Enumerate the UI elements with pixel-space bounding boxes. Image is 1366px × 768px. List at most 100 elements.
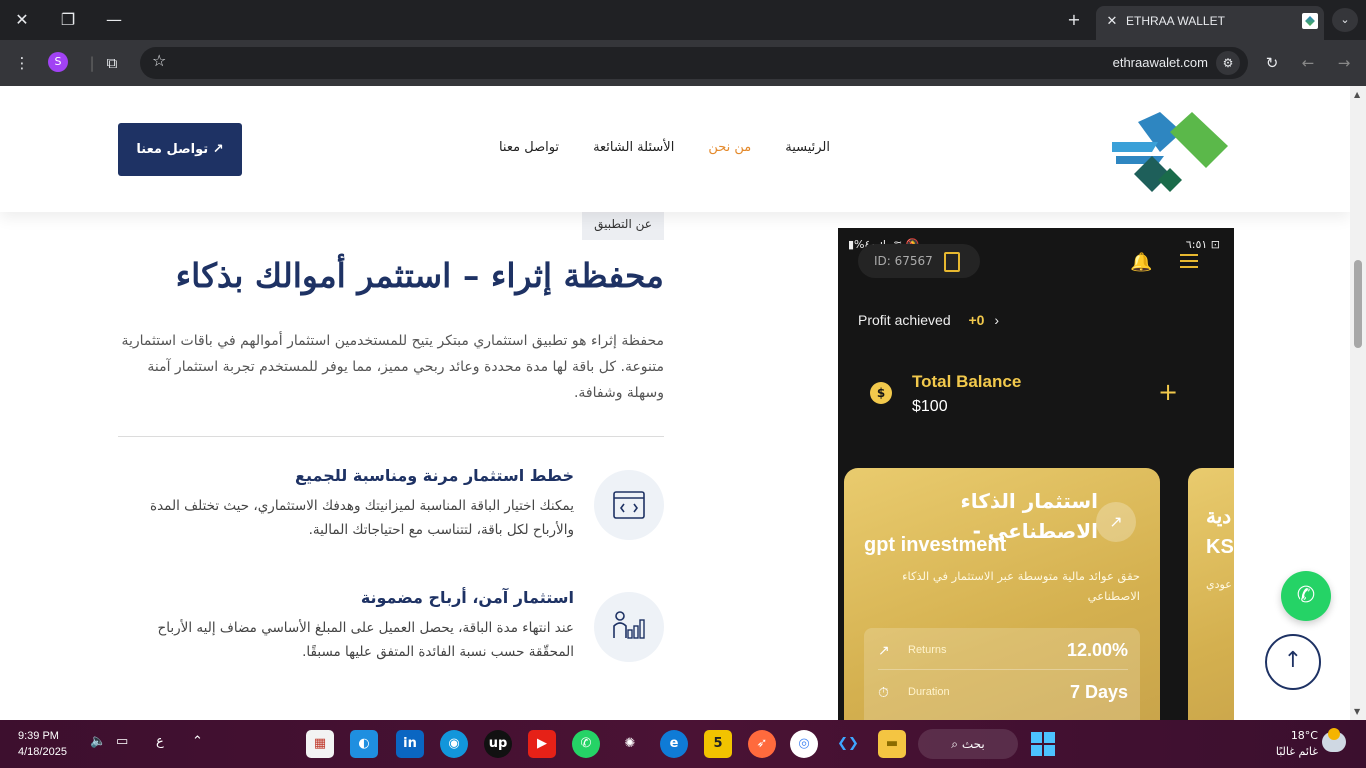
network-icon[interactable]: ▭ — [116, 734, 128, 749]
investment-card: استثمار الذكاء الاصطناعي - gpt investmen… — [844, 468, 1160, 720]
profit-row: Profit achieved +0 › — [858, 312, 999, 328]
contact-us-button[interactable]: تواصل معنا ↗ — [118, 123, 242, 176]
code-window-icon — [594, 470, 664, 540]
tab-title: ETHRAA WALLET — [1126, 14, 1225, 28]
bookmark-star-icon[interactable]: ☆ — [152, 51, 166, 70]
weather-temp: 18°C — [1290, 729, 1318, 742]
close-window-icon[interactable]: ✕ — [8, 8, 36, 32]
weather-widget[interactable]: 18°C غائم غالبًا — [1268, 728, 1318, 760]
card2-subtitle: KS — [1206, 536, 1234, 558]
reload-icon[interactable]: ↻ — [1260, 51, 1284, 75]
feature-title: خطط استثمار مرنة ومناسبة للجميع — [295, 466, 574, 485]
taskbar-clock[interactable]: 9:39 PM 4/18/2025 — [18, 728, 67, 760]
duration-label: Duration — [908, 686, 950, 698]
tasks-app-icon[interactable]: ◉ — [440, 730, 468, 758]
user-id-pill: ID: 67567 — [858, 244, 980, 278]
browser-titlebar: ✕ ❐ — + ✕ ETHRAA WALLET ⌄ — [0, 0, 1366, 40]
investment-card-partial: دية KS عودي — [1188, 468, 1234, 720]
page-title: محفظة إثراء – استثمر أموالك بذكاء — [175, 256, 664, 295]
profit-value: +0 — [968, 312, 985, 328]
compass-app-icon[interactable]: ➶ — [748, 730, 776, 758]
clock-time: 9:39 PM — [18, 730, 59, 742]
page-viewport: الرئيسية من نحن الأسئلة الشائعة تواصل مع… — [0, 86, 1350, 720]
card2-title: دية — [1206, 506, 1232, 528]
tab-close-icon[interactable]: ✕ — [1102, 12, 1122, 32]
duration-value: 7 Days — [1069, 682, 1128, 702]
language-indicator[interactable]: ع — [156, 734, 164, 749]
profile-avatar[interactable]: S — [48, 52, 68, 72]
ethraa-logo[interactable] — [1112, 112, 1230, 202]
balance-value: $100 — [912, 398, 948, 415]
forward-icon[interactable]: → — [1332, 51, 1356, 75]
edge-app-icon[interactable]: e — [660, 730, 688, 758]
main-nav: الرئيسية من نحن الأسئلة الشائعة تواصل مع… — [499, 140, 830, 155]
scroll-down-icon[interactable]: ▼ — [1354, 707, 1360, 716]
profit-label: Profit achieved — [858, 312, 951, 328]
search-label: بحث — [961, 737, 985, 751]
returns-value: 12.00% — [1066, 640, 1128, 660]
site-settings-icon[interactable]: ⚙ — [1216, 51, 1240, 75]
card-subtitle: gpt investment — [864, 534, 1007, 556]
chatgpt-app-icon[interactable]: ✺ — [616, 730, 644, 758]
youtube-app-icon[interactable]: ▶ — [528, 730, 556, 758]
new-tab-icon[interactable]: + — [1060, 8, 1088, 32]
page-scrollbar[interactable]: ▲ ▼ — [1350, 86, 1366, 720]
five-app-icon[interactable]: 5 — [704, 730, 732, 758]
restore-window-icon[interactable]: ❐ — [54, 8, 82, 32]
address-bar[interactable]: ☆ ethraawalet.com ⚙ — [140, 47, 1248, 79]
edge-alt-app-icon[interactable]: ◐ — [350, 730, 378, 758]
bell-icon: 🔔 — [1130, 252, 1153, 273]
about-badge: عن التطبيق — [582, 210, 664, 240]
volume-icon[interactable]: 🔈 — [90, 734, 106, 749]
weather-desc: غائم غالبًا — [1275, 745, 1318, 758]
hamburger-menu-icon — [1180, 254, 1198, 268]
back-to-top-button[interactable]: ↑ — [1265, 634, 1321, 690]
coin-icon: $ — [870, 382, 892, 404]
returns-label: Returns — [908, 644, 947, 656]
copy-icon — [944, 252, 960, 272]
nav-faq[interactable]: الأسئلة الشائعة — [593, 140, 674, 155]
card2-title-partial: دية KS — [1206, 502, 1234, 562]
feature-text: يمكنك اختيار الباقة المناسبة لميزانيتك و… — [150, 498, 574, 538]
stopwatch-icon: ⏱ — [878, 684, 889, 700]
linkedin-app-icon[interactable]: in — [396, 730, 424, 758]
upwork-app-icon[interactable]: up — [484, 730, 512, 758]
extensions-icon[interactable]: ⧉ — [100, 51, 124, 75]
taskbar-search[interactable]: ⌕ بحث — [918, 729, 1018, 759]
nav-home[interactable]: الرئيسية — [785, 140, 830, 155]
card-description: حقق عوائد مالية متوسطة عبر الاستثمار في … — [902, 569, 1140, 603]
windows-taskbar: 9:39 PM 4/18/2025 🔈 ▭ ع ⌃ ▦ ◐ in ◉ up ▶ … — [0, 720, 1366, 768]
browser-menu-icon[interactable]: ⋮ — [10, 51, 34, 75]
growth-chart-icon — [594, 592, 664, 662]
feature-text: عند انتهاء مدة الباقة، يحصل العميل على ا… — [157, 620, 574, 660]
url-text[interactable]: ethraawalet.com — [1113, 55, 1208, 70]
balance-label: Total Balance — [912, 372, 1022, 391]
back-icon[interactable]: ← — [1296, 51, 1320, 75]
browser-tab[interactable]: ✕ ETHRAA WALLET — [1096, 6, 1324, 40]
whatsapp-chat-button[interactable]: ✆ — [1281, 571, 1331, 621]
minimize-window-icon[interactable]: — — [100, 8, 128, 32]
status-right: ٦:٥١ ⊡ — [1185, 238, 1220, 251]
chrome-app-icon[interactable]: ◎ — [790, 730, 818, 758]
slides-app-icon[interactable]: ▦ — [306, 730, 334, 758]
card2-desc: عودي — [1206, 578, 1232, 591]
scroll-up-icon[interactable]: ▲ — [1354, 90, 1360, 99]
site-header: الرئيسية من نحن الأسئلة الشائعة تواصل مع… — [0, 86, 1350, 212]
tab-search-icon[interactable]: ⌄ — [1332, 8, 1358, 32]
browser-toolbar: ⋮ S | ⧉ ☆ ethraawalet.com ⚙ ↻ ← → — [0, 40, 1366, 86]
file-explorer-app-icon[interactable]: ▬ — [878, 730, 906, 758]
nav-contact[interactable]: تواصل معنا — [499, 140, 559, 155]
clock-date: 4/18/2025 — [18, 746, 67, 758]
windows-start-icon[interactable] — [1031, 732, 1055, 756]
trend-icon: ↗ — [878, 642, 890, 658]
returns-row: ↗ Returns 12.00% — [878, 634, 1128, 670]
scrollbar-thumb[interactable] — [1354, 260, 1362, 348]
whatsapp-app-icon[interactable]: ✆ — [572, 730, 600, 758]
cloud-sun-icon — [1322, 728, 1346, 752]
chevron-up-icon[interactable]: ⌃ — [192, 734, 203, 749]
duration-row: ⏱ Duration 7 Days — [878, 676, 1128, 712]
vscode-app-icon[interactable]: ❮❯ — [834, 730, 862, 758]
plus-icon: + — [1158, 378, 1179, 406]
nav-about[interactable]: من نحن — [708, 140, 751, 155]
intro-paragraph: محفظة إثراء هو تطبيق استثماري مبتكر يتيح… — [121, 333, 664, 401]
